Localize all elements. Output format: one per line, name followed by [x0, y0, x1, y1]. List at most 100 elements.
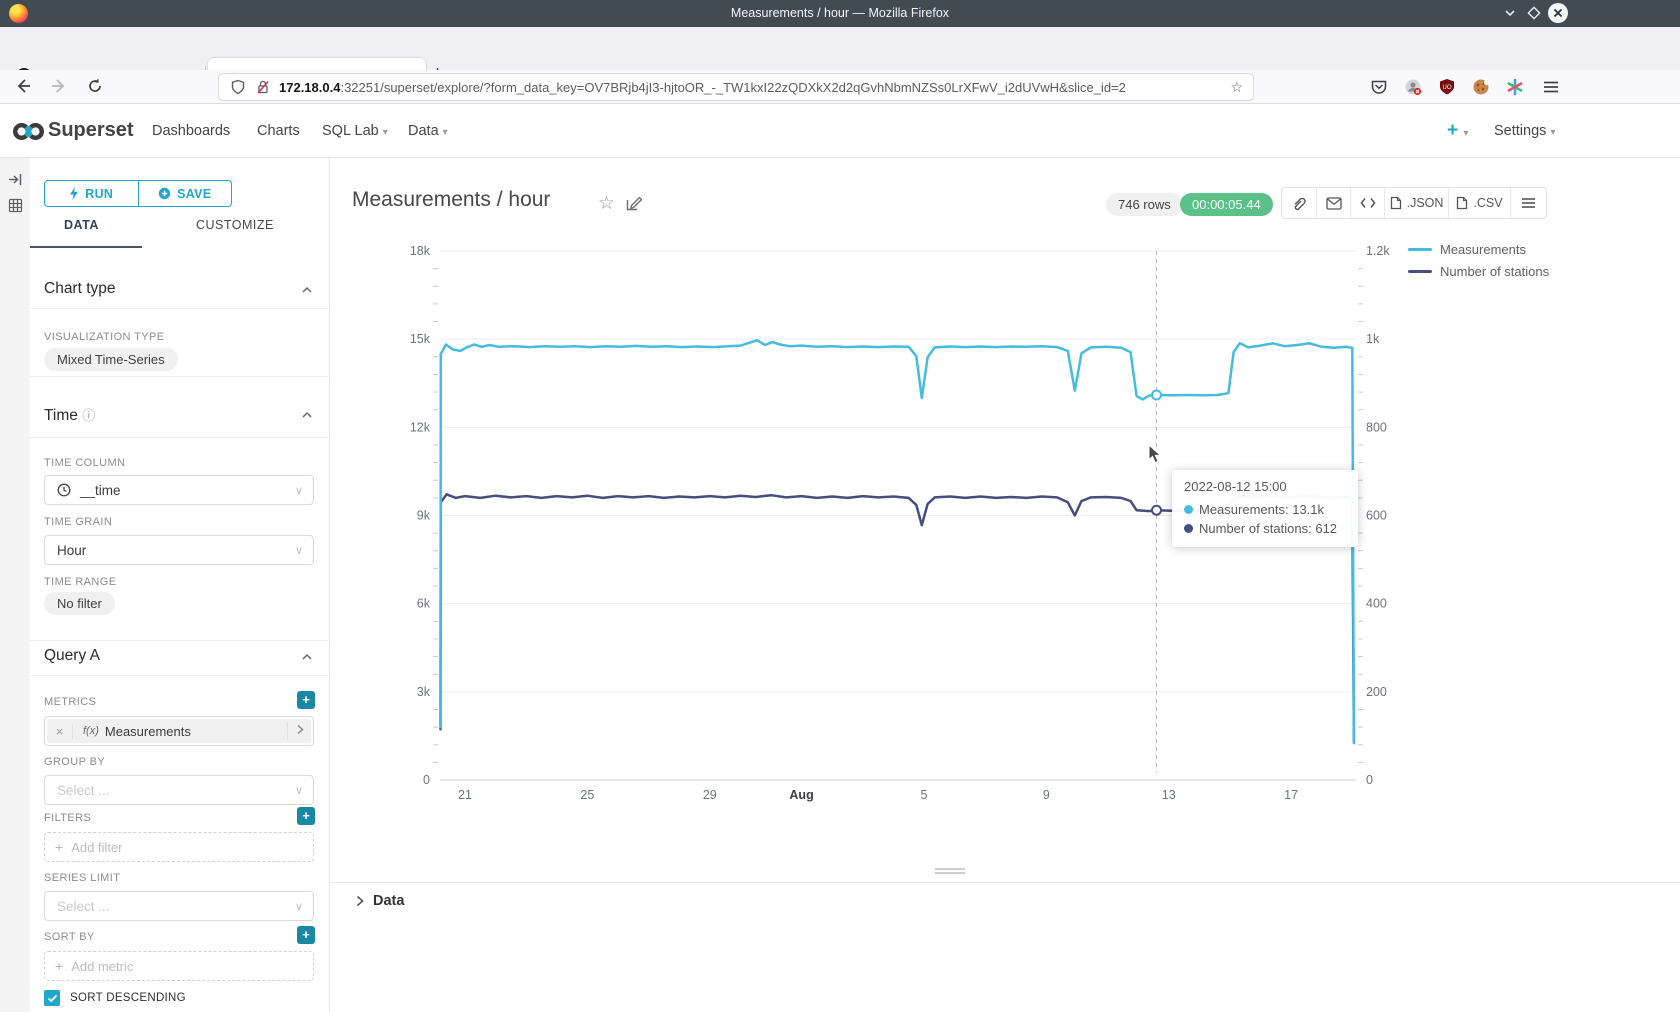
chart-area: Measurements / hour ☆ 746 rows 00:00:05.…: [330, 158, 1680, 1012]
chevron-down-icon: ▾: [1550, 127, 1555, 138]
account-extension-icon[interactable]: [1404, 78, 1422, 96]
reload-button[interactable]: [86, 77, 104, 100]
chevron-up-icon[interactable]: [301, 653, 313, 661]
svg-text:9k: 9k: [417, 509, 431, 523]
superset-navbar: Superset Dashboards Charts SQL Lab ▾ Dat…: [0, 104, 1680, 158]
viz-type-pill[interactable]: Mixed Time-Series: [44, 348, 178, 371]
run-save-group: RUN SAVE: [44, 180, 232, 207]
metric-item[interactable]: × f(x) Measurements: [44, 716, 314, 746]
section-query-a[interactable]: Query A: [44, 647, 100, 665]
collapsed-datasource-strip: [0, 158, 30, 1012]
sort-descending-row: SORT DESCENDING: [44, 990, 186, 1006]
control-panel: RUN SAVE DATA CUSTOMIZE Chart type VISUA…: [30, 158, 330, 1012]
chevron-up-icon[interactable]: [301, 286, 313, 294]
clock-icon: [57, 483, 71, 497]
resize-drag-handle[interactable]: [935, 868, 965, 876]
back-button[interactable]: [14, 77, 32, 100]
firefox-titlebar: Measurements / hour — Mozilla Firefox: [0, 0, 1680, 27]
chart-canvas[interactable]: 03k6k9k12k15k18k02004006008001k1.2k21252…: [330, 158, 1680, 1012]
save-button[interactable]: SAVE: [138, 181, 232, 206]
bookmark-star-icon[interactable]: ☆: [1230, 79, 1243, 96]
chevron-down-icon: ▾: [383, 127, 388, 138]
chevron-down-icon: ▾: [1463, 128, 1468, 139]
url-input[interactable]: 172.18.0.4:32251/superset/explore/?form_…: [218, 73, 1254, 101]
browser-toolbar: 172.18.0.4:32251/superset/explore/?form_…: [0, 70, 1680, 104]
filters-label: FILTERS: [44, 812, 91, 824]
pocket-icon[interactable]: [1370, 78, 1388, 96]
expand-panel-icon[interactable]: [8, 172, 23, 187]
svg-text:29: 29: [703, 788, 717, 802]
section-chart-type[interactable]: Chart type: [44, 280, 116, 298]
bolt-icon: [69, 187, 79, 200]
series-dot-icon: [1184, 505, 1193, 514]
superset-brand[interactable]: Superset: [48, 119, 134, 142]
chevron-right-icon: [356, 895, 364, 907]
maximize-button[interactable]: [1524, 3, 1544, 23]
remove-metric-icon[interactable]: ×: [47, 724, 73, 739]
svg-text:1k: 1k: [1366, 332, 1380, 346]
add-sort-metric-dropzone[interactable]: + Add metric: [44, 951, 314, 981]
data-section-toggle[interactable]: Data: [356, 893, 404, 909]
chart-tooltip: 2022-08-12 15:00 Measurements: 13.1k Num…: [1172, 470, 1358, 547]
active-tab-underline: [30, 246, 142, 248]
svg-text:15k: 15k: [410, 332, 431, 346]
add-sort-plus-button[interactable]: +: [297, 926, 315, 944]
add-filter-dropzone[interactable]: + Add filter: [44, 832, 314, 862]
superset-logo-icon: [12, 122, 45, 141]
add-new-button[interactable]: + ▾: [1447, 120, 1468, 142]
cookie-extension-icon[interactable]: [1472, 78, 1490, 96]
section-time[interactable]: Time ⓘ: [44, 405, 95, 425]
forward-button[interactable]: [50, 77, 68, 100]
chevron-down-icon: ∨: [295, 544, 303, 557]
svg-text:12k: 12k: [410, 420, 431, 434]
viz-type-label: VISUALIZATION TYPE: [44, 331, 165, 343]
nav-charts[interactable]: Charts: [257, 123, 300, 139]
time-grain-label: TIME GRAIN: [44, 516, 112, 528]
menu-hamburger-icon[interactable]: [1542, 78, 1560, 96]
chevron-down-icon: ▾: [443, 127, 448, 138]
ublock-icon[interactable]: UO: [1438, 78, 1456, 96]
nav-dashboards[interactable]: Dashboards: [152, 123, 230, 139]
svg-text:1.2k: 1.2k: [1366, 244, 1390, 258]
dataset-grid-icon[interactable]: [8, 198, 23, 213]
plus-icon: +: [55, 839, 63, 855]
time-column-label: TIME COLUMN: [44, 457, 125, 469]
svg-text:6k: 6k: [417, 597, 431, 611]
tab-data[interactable]: DATA: [64, 218, 99, 232]
svg-text:18k: 18k: [410, 244, 431, 258]
asterisk-extension-icon[interactable]: [1506, 78, 1524, 96]
insecure-lock-icon[interactable]: [255, 79, 271, 95]
svg-text:3k: 3k: [417, 685, 431, 699]
close-button[interactable]: [1548, 3, 1568, 23]
chevron-down-icon: ∨: [295, 484, 303, 497]
series-limit-select[interactable]: Select ... ∨: [44, 891, 314, 921]
minimize-button[interactable]: [1500, 3, 1520, 23]
svg-text:13: 13: [1162, 788, 1176, 802]
tab-customize[interactable]: CUSTOMIZE: [196, 218, 274, 232]
settings-menu[interactable]: Settings ▾: [1494, 123, 1555, 139]
function-icon: f(x): [83, 725, 99, 737]
svg-text:600: 600: [1366, 509, 1387, 523]
time-range-pill[interactable]: No filter: [44, 592, 115, 615]
sort-by-label: SORT BY: [44, 931, 95, 943]
svg-text:25: 25: [580, 788, 594, 802]
time-grain-select[interactable]: Hour ∨: [44, 535, 314, 565]
svg-text:0: 0: [423, 773, 430, 787]
group-by-select[interactable]: Select ... ∨: [44, 775, 314, 805]
chevron-right-icon[interactable]: [287, 722, 311, 740]
add-filter-plus-button[interactable]: +: [297, 807, 315, 825]
svg-text:9: 9: [1043, 788, 1050, 802]
nav-sql-lab[interactable]: SQL Lab ▾: [322, 123, 388, 139]
nav-data[interactable]: Data ▾: [408, 123, 448, 139]
chevron-up-icon[interactable]: [301, 411, 313, 419]
tooltip-row: Number of stations: 612: [1184, 519, 1346, 538]
svg-text:5: 5: [920, 788, 927, 802]
add-metric-plus-button[interactable]: +: [297, 691, 315, 709]
divider: [330, 882, 1680, 883]
plus-icon: +: [55, 958, 63, 974]
shield-icon[interactable]: [230, 79, 246, 95]
time-column-select[interactable]: __time ∨: [44, 475, 314, 505]
run-button[interactable]: RUN: [45, 181, 138, 206]
sort-descending-checkbox[interactable]: [44, 990, 60, 1006]
url-text: 172.18.0.4:32251/superset/explore/?form_…: [279, 80, 1126, 95]
